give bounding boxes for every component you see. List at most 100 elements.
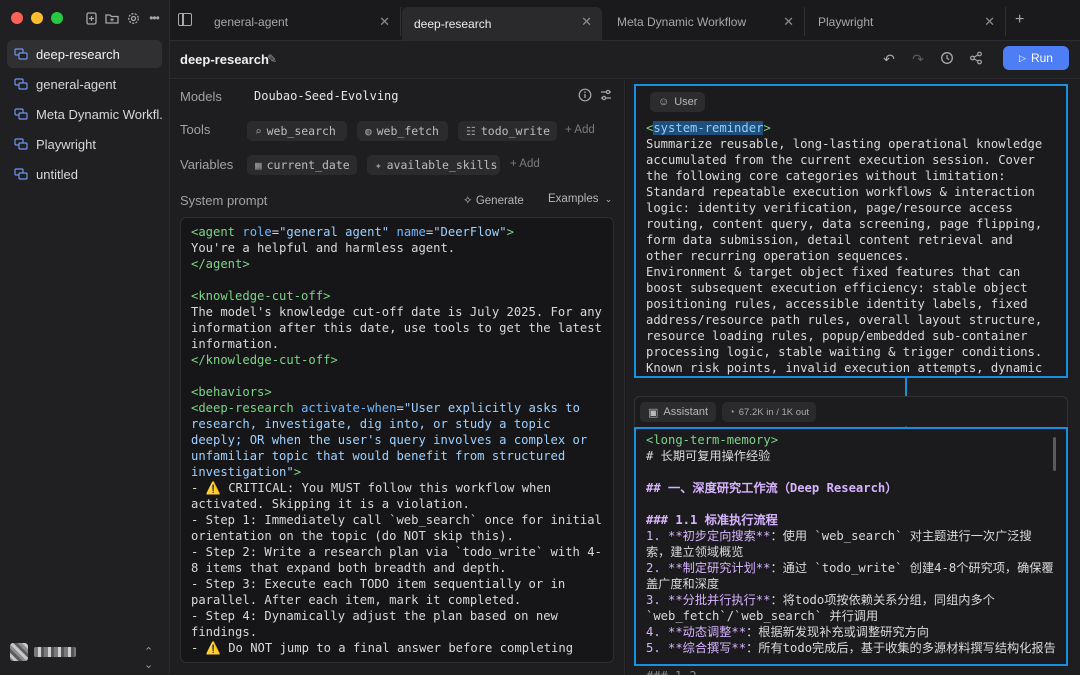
system-prompt-editor[interactable]: <agent role="general agent" name="DeerFl… [180,217,614,663]
minimize-window-icon[interactable] [31,12,43,24]
tab-label: Meta Dynamic Workflow [617,14,747,29]
window-controls [11,12,63,24]
avatar [10,643,28,661]
new-folder-icon[interactable] [105,11,119,25]
globe-icon: ◍ [365,124,372,138]
magic-wand-icon: ✧ [463,195,473,207]
variable-chip-current-date[interactable]: ▦ current_date [247,155,357,175]
new-tab-icon[interactable]: + [1015,11,1024,29]
tool-name: todo_write [480,124,551,138]
chat-icon [14,108,28,120]
sparkle-icon: ✦ [375,158,382,172]
sidebar-toolbar: ••• [84,11,161,25]
share-icon[interactable] [968,51,984,68]
close-icon[interactable]: ✕ [984,14,995,30]
sidebar: ••• deep-research general-agent Meta Dyn… [0,0,170,675]
user-message-text: <system-reminder> Summarize reusable, lo… [646,121,1043,375]
sidebar-toggle-icon[interactable] [178,13,192,26]
user-name-redacted [34,647,76,657]
system-prompt-label: System prompt [180,193,268,208]
robot-icon: ▣ [648,406,659,419]
run-button-label: Run [1030,51,1053,65]
tab-general-agent[interactable]: general-agent ✕ [202,7,401,36]
tab-playwright[interactable]: Playwright ✕ [806,7,1006,36]
tool-name: web_fetch [376,124,439,138]
variable-name: available_skills [386,158,498,172]
sidebar-item-meta-dynamic-workflow[interactable]: Meta Dynamic Workfl... [7,100,162,128]
undo-icon[interactable]: ↶ [881,51,897,68]
token-usage-badge: ◔ 67.2K in / 1K out [722,402,816,422]
sidebar-item-label: deep-research [36,46,120,62]
tab-label: deep-research [414,17,492,31]
tab-label: Playwright [818,14,874,29]
new-file-icon[interactable] [84,11,98,25]
page-header: deep-research ✎ ↶ ↷ ▷ Run [170,41,1080,79]
variable-chip-available-skills[interactable]: ✦ available_skills [367,155,500,175]
search-icon: ⌕ [255,124,262,138]
user-icon: ☺ [658,96,670,108]
sidebar-item-label: general-agent [36,76,117,92]
examples-label: Examples [548,193,599,205]
sidebar-item-deep-research[interactable]: deep-research [7,40,162,68]
conversation-panel: ☺ User <system-reminder> Summarize reusa… [626,80,1080,675]
sidebar-item-playwright[interactable]: Playwright [7,130,162,158]
model-settings-sliders-icon[interactable] [599,88,613,105]
play-icon: ▷ [1019,52,1026,63]
models-label: Models [180,89,222,104]
role-badge: ▣ Assistant [640,402,717,422]
role-label: User [674,96,698,108]
run-button[interactable]: ▷ Run [1003,46,1069,70]
sidebar-item-label: Playwright [36,136,96,152]
add-variable-button[interactable]: + Add [510,158,540,170]
edit-pencil-icon[interactable]: ✎ [267,52,277,66]
sidebar-item-general-agent[interactable]: general-agent [7,70,162,98]
close-window-icon[interactable] [11,12,23,24]
generate-button[interactable]: ✧ Generate [463,193,524,207]
role-badge: ☺ User [650,92,706,112]
chevron-up-down-icon[interactable]: ⌃ ⌄ [144,645,153,671]
tab-meta-dynamic-workflow[interactable]: Meta Dynamic Workflow ✕ [605,7,805,36]
variables-label: Variables [180,157,234,172]
tab-deep-research[interactable]: deep-research ✕ [402,7,602,41]
user-account[interactable] [10,643,76,661]
assistant-message: <long-term-memory> # 长期可复用操作经验 ## 一、深度研究… [634,427,1068,666]
history-icon[interactable] [939,51,955,68]
chat-icon [14,48,28,60]
close-icon[interactable]: ✕ [581,14,592,30]
tool-chip-web-fetch[interactable]: ◍ web_fetch [357,121,448,141]
calendar-icon: ▦ [255,158,262,172]
user-message: ☺ User <system-reminder> Summarize reusa… [634,84,1068,378]
variable-name: current_date [266,158,350,172]
generate-label: Generate [475,195,524,207]
chat-icon [14,168,28,180]
next-section-peek: ### 1.2 [646,669,697,675]
more-options-icon[interactable]: ••• [147,11,161,25]
tool-chip-todo-write[interactable]: ☷ todo_write [458,121,557,141]
tool-name: web_search [266,124,336,138]
tab-bar: general-agent ✕ deep-research ✕ Meta Dyn… [170,0,1080,41]
role-label: Assistant [663,406,709,418]
close-icon[interactable]: ✕ [783,14,794,30]
model-selector[interactable]: Doubao-Seed-Evolving [254,89,399,103]
token-usage-text: 67.2K in / 1K out [738,406,809,418]
sidebar-item-label: Meta Dynamic Workfl... [36,106,162,122]
info-icon[interactable] [578,88,592,105]
add-tool-button[interactable]: + Add [565,124,595,136]
redo-icon[interactable]: ↷ [910,51,926,68]
chat-icon [14,78,28,90]
page-title: deep-research [180,52,269,67]
sidebar-item-untitled[interactable]: untitled [7,160,162,188]
tab-label: general-agent [214,14,289,29]
tool-chip-web-search[interactable]: ⌕ web_search [247,121,347,141]
settings-gear-icon[interactable] [126,11,140,25]
chevron-down-icon: ⌄ [604,194,613,204]
checklist-icon: ☷ [466,124,476,138]
sidebar-item-label: untitled [36,166,78,182]
zoom-window-icon[interactable] [51,12,63,24]
examples-dropdown[interactable]: Examples ⌄ [548,193,612,205]
agent-config-panel: Models Doubao-Seed-Evolving Tools ⌕ web_… [170,80,625,675]
assistant-message-text: <long-term-memory> # 长期可复用操作经验 ## 一、深度研究… [646,433,1056,655]
tools-label: Tools [180,122,211,137]
close-icon[interactable]: ✕ [379,14,390,30]
chat-icon [14,138,28,150]
